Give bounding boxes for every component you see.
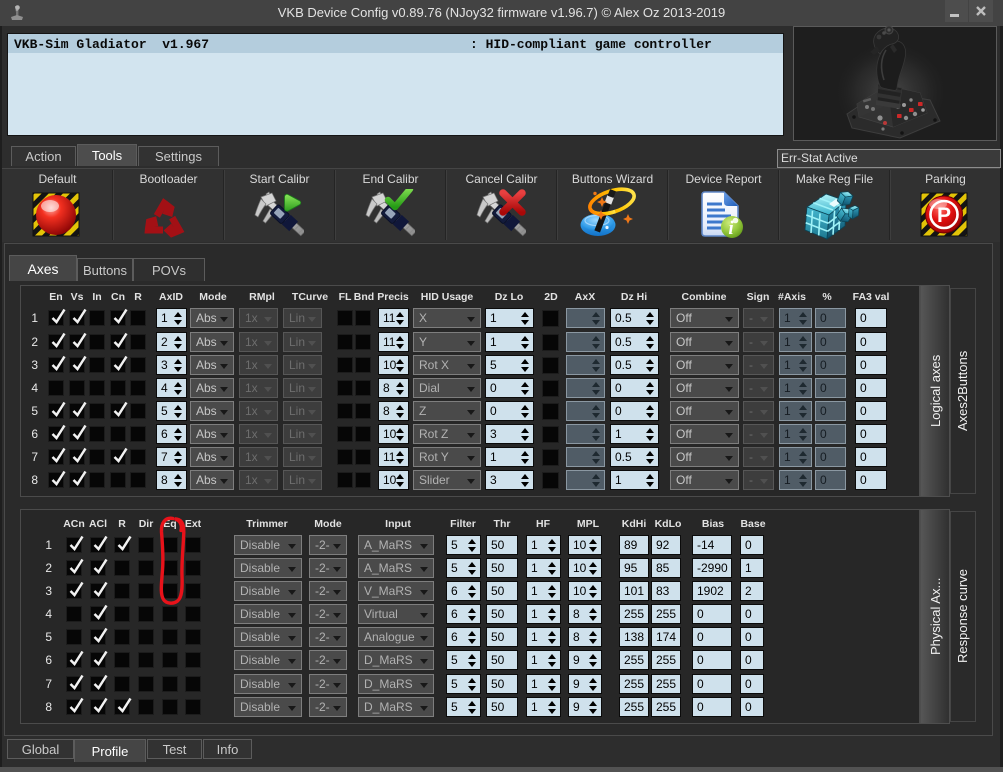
svg-text:P: P [937, 204, 951, 227]
svg-text:i: i [728, 218, 734, 239]
